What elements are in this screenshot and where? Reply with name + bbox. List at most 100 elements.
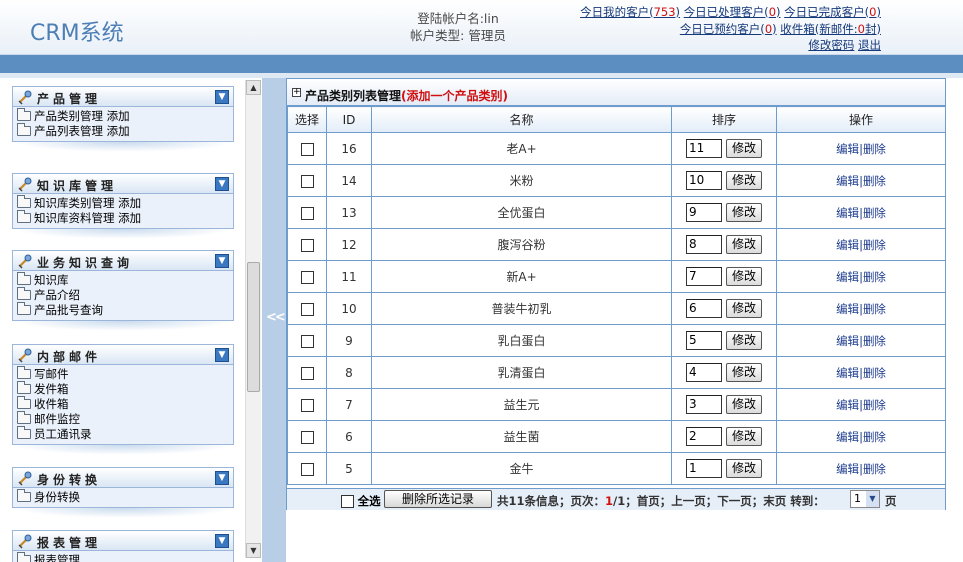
sidebar-section-header[interactable]: 业务知识查询 ▼ <box>12 250 234 271</box>
sidebar-section-header[interactable]: 报表管理 ▼ <box>12 530 234 551</box>
row-checkbox[interactable] <box>300 398 314 412</box>
sidebar-item[interactable]: 发件箱 <box>17 381 229 397</box>
delete-link[interactable]: 删除 <box>863 462 886 476</box>
sidebar-item[interactable]: 产品列表管理 添加 <box>17 123 229 139</box>
delete-link[interactable]: 删除 <box>863 206 886 220</box>
row-checkbox[interactable] <box>300 366 314 380</box>
row-checkbox[interactable] <box>300 430 314 444</box>
sort-input[interactable]: 1 <box>686 459 722 478</box>
sidebar-section-header[interactable]: 内部邮件 ▼ <box>12 344 234 365</box>
collapse-icon[interactable]: ▼ <box>215 471 229 485</box>
sidebar-item[interactable]: 知识库类别管理 添加 <box>17 195 229 211</box>
row-checkbox[interactable] <box>300 270 314 284</box>
change-password-link[interactable]: 修改密码 <box>808 38 854 52</box>
sort-input[interactable]: 3 <box>686 395 722 414</box>
scroll-thumb[interactable] <box>247 262 260 392</box>
delete-link[interactable]: 删除 <box>863 398 886 412</box>
sort-input[interactable]: 11 <box>686 139 722 158</box>
delete-link[interactable]: 删除 <box>863 238 886 252</box>
row-checkbox[interactable] <box>300 302 314 316</box>
sort-input[interactable]: 6 <box>686 299 722 318</box>
modify-button[interactable]: 修改 <box>726 395 762 414</box>
sidebar-item[interactable]: 写邮件 <box>17 366 229 382</box>
modify-button[interactable]: 修改 <box>726 267 762 286</box>
collapse-sidebar-icon[interactable]: << <box>266 310 286 325</box>
row-checkbox[interactable] <box>300 334 314 348</box>
delete-link[interactable]: 删除 <box>863 366 886 380</box>
modify-button[interactable]: 修改 <box>726 171 762 190</box>
sort-input[interactable]: 9 <box>686 203 722 222</box>
my-customers-link[interactable]: 今日我的客户(753) <box>580 5 680 19</box>
modify-button[interactable]: 修改 <box>726 139 762 158</box>
handled-customers-link[interactable]: 今日已处理客户(0) <box>684 5 781 19</box>
scroll-up-icon[interactable]: ▲ <box>246 80 261 95</box>
edit-link[interactable]: 编辑 <box>836 334 859 348</box>
modify-button[interactable]: 修改 <box>726 331 762 350</box>
sort-input[interactable]: 2 <box>686 427 722 446</box>
sort-input[interactable]: 10 <box>686 171 722 190</box>
expand-icon[interactable]: + <box>292 88 301 97</box>
sidebar-item[interactable]: 知识库资料管理 添加 <box>17 210 229 226</box>
row-checkbox[interactable] <box>300 174 314 188</box>
sidebar-item[interactable]: 邮件监控 <box>17 411 229 427</box>
select-all[interactable]: 全选 <box>341 493 381 509</box>
collapse-icon[interactable]: ▼ <box>215 177 229 191</box>
sidebar-item[interactable]: 产品介绍 <box>17 287 229 303</box>
delete-link[interactable]: 删除 <box>863 302 886 316</box>
collapse-icon[interactable]: ▼ <box>215 534 229 548</box>
edit-link[interactable]: 编辑 <box>836 238 859 252</box>
collapse-icon[interactable]: ▼ <box>215 348 229 362</box>
modify-button[interactable]: 修改 <box>726 459 762 478</box>
delete-link[interactable]: 删除 <box>863 270 886 284</box>
edit-link[interactable]: 编辑 <box>836 302 859 316</box>
modify-button[interactable]: 修改 <box>726 299 762 318</box>
sidebar-section-header[interactable]: 知识库管理 ▼ <box>12 173 234 194</box>
sidebar-item[interactable]: 产品类别管理 添加 <box>17 108 229 124</box>
edit-link[interactable]: 编辑 <box>836 398 859 412</box>
edit-link[interactable]: 编辑 <box>836 174 859 188</box>
delete-link[interactable]: 删除 <box>863 430 886 444</box>
logout-link[interactable]: 退出 <box>858 38 881 52</box>
inbox-link[interactable]: 收件箱(新邮件:0封) <box>780 22 881 36</box>
row-checkbox[interactable] <box>300 206 314 220</box>
modify-button[interactable]: 修改 <box>726 363 762 382</box>
collapse-icon[interactable]: ▼ <box>215 90 229 104</box>
collapse-icon[interactable]: ▼ <box>215 254 229 268</box>
sidebar-section-header[interactable]: 身份转换 ▼ <box>12 467 234 488</box>
sidebar-section-header[interactable]: 产品管理 ▼ <box>12 86 234 107</box>
goto-page-select[interactable]: 1 ▼ <box>850 490 880 508</box>
edit-link[interactable]: 编辑 <box>836 142 859 156</box>
edit-link[interactable]: 编辑 <box>836 430 859 444</box>
add-category-link[interactable]: (添加一个产品类别) <box>401 89 508 103</box>
row-checkbox[interactable] <box>300 238 314 252</box>
completed-customers-link[interactable]: 今日已完成客户(0) <box>784 5 881 19</box>
sidebar-item[interactable]: 知识库 <box>17 272 229 288</box>
sidebar-item[interactable]: 身份转换 <box>17 489 229 505</box>
edit-link[interactable]: 编辑 <box>836 366 859 380</box>
modify-button[interactable]: 修改 <box>726 203 762 222</box>
row-checkbox[interactable] <box>300 142 314 156</box>
chevron-down-icon[interactable]: ▼ <box>866 491 879 507</box>
sort-input[interactable]: 4 <box>686 363 722 382</box>
modify-button[interactable]: 修改 <box>726 235 762 254</box>
sort-input[interactable]: 5 <box>686 331 722 350</box>
sidebar-item[interactable]: 员工通讯录 <box>17 426 229 442</box>
delete-link[interactable]: 删除 <box>863 334 886 348</box>
row-checkbox[interactable] <box>300 462 314 476</box>
edit-link[interactable]: 编辑 <box>836 206 859 220</box>
scroll-down-icon[interactable]: ▼ <box>246 543 261 558</box>
reserved-customers-link[interactable]: 今日已预约客户(0) <box>680 22 777 36</box>
delete-link[interactable]: 删除 <box>863 174 886 188</box>
edit-link[interactable]: 编辑 <box>836 462 859 476</box>
delete-selected-button[interactable]: 删除所选记录 <box>384 490 492 508</box>
sidebar-scrollbar[interactable]: ▲ ▼ <box>245 80 261 558</box>
select-all-checkbox[interactable] <box>341 495 354 508</box>
sidebar-item[interactable]: 产品批号查询 <box>17 302 229 318</box>
sidebar-item[interactable]: 收件箱 <box>17 396 229 412</box>
sort-input[interactable]: 8 <box>686 235 722 254</box>
modify-button[interactable]: 修改 <box>726 427 762 446</box>
edit-link[interactable]: 编辑 <box>836 270 859 284</box>
sidebar-item[interactable]: 报表管理 <box>17 552 229 562</box>
delete-link[interactable]: 删除 <box>863 142 886 156</box>
sort-input[interactable]: 7 <box>686 267 722 286</box>
